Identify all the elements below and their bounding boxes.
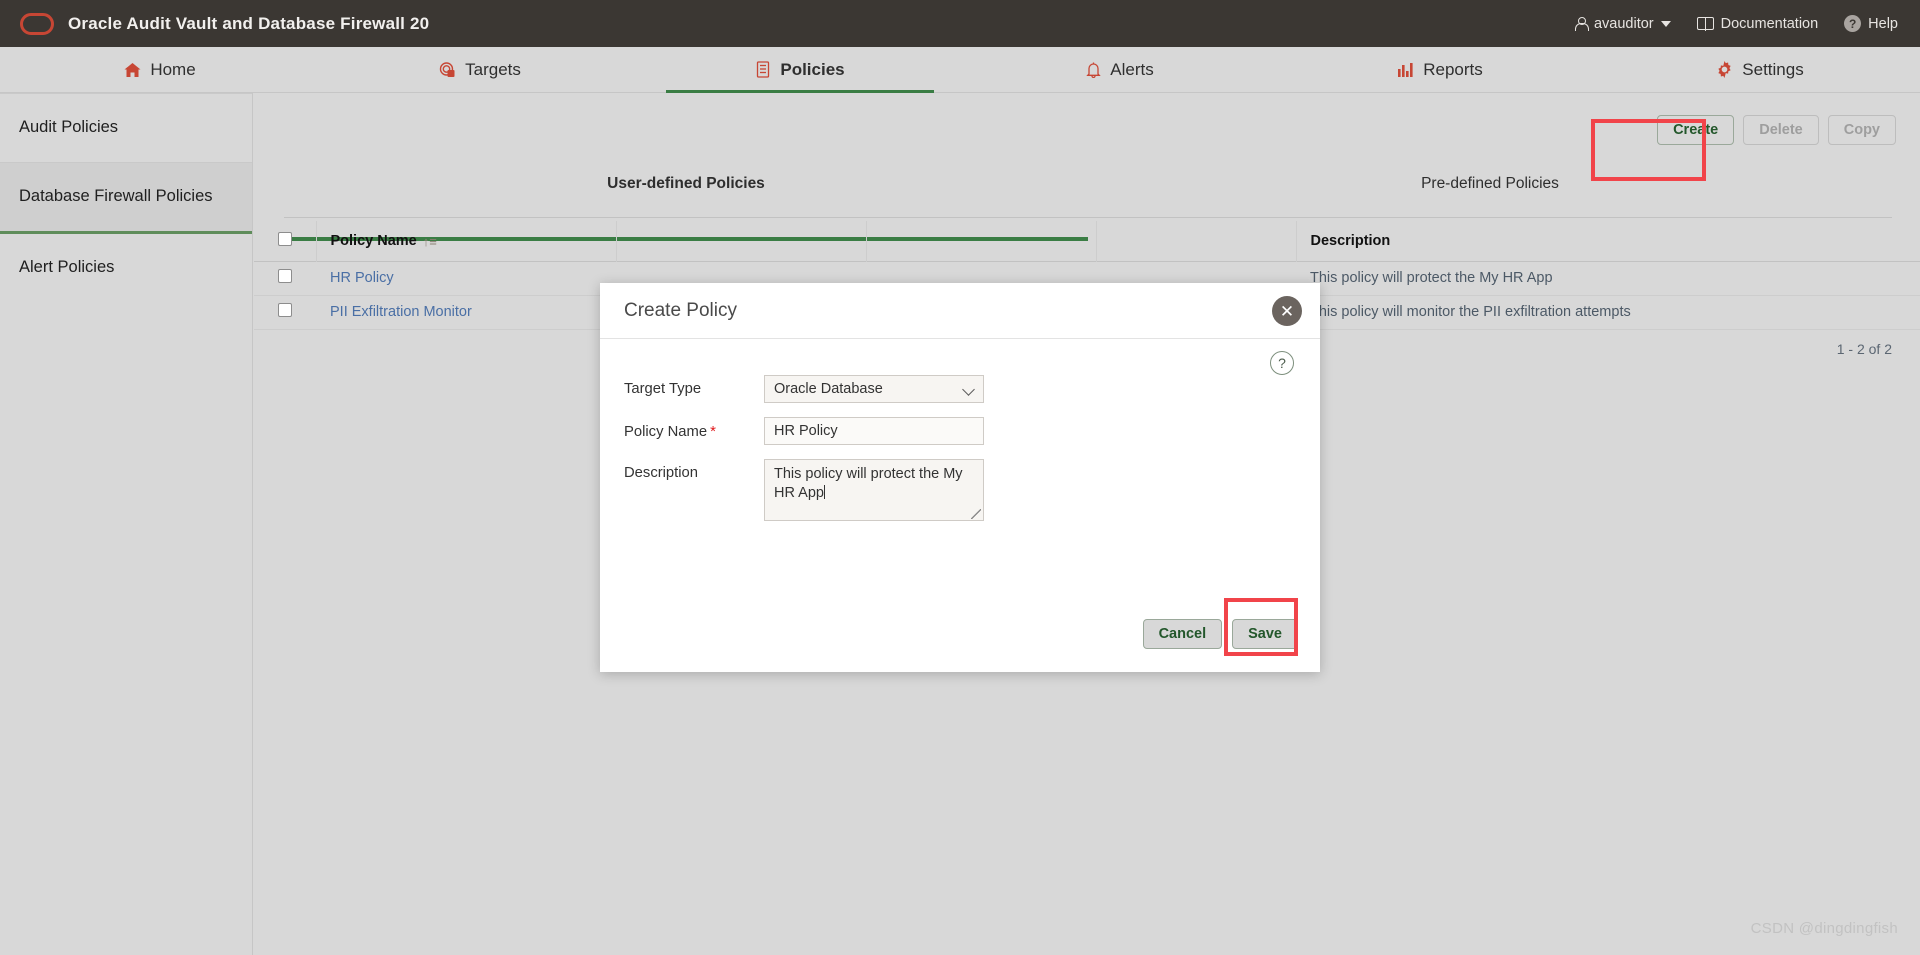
nav-item-alerts[interactable]: Alerts — [960, 47, 1280, 92]
tab-pre-defined-policies-label: Pre-defined Policies — [1421, 175, 1559, 192]
sidebar-item-alert-policies-label: Alert Policies — [19, 257, 115, 276]
nav-item-settings-label: Settings — [1742, 59, 1804, 79]
row-policy-name-cell: PII Exfiltration Monitor — [316, 295, 616, 329]
policy-name-input[interactable]: HR Policy — [764, 417, 984, 445]
row-select-cell — [254, 261, 316, 295]
chevron-down-icon — [1660, 20, 1671, 27]
bell-icon — [1086, 61, 1101, 78]
policy-name-label-text: Policy Name — [624, 424, 708, 440]
app-title: Oracle Audit Vault and Database Firewall… — [68, 13, 430, 33]
resize-handle-icon[interactable] — [971, 509, 981, 519]
create-button[interactable]: Create — [1657, 115, 1735, 145]
select-all-checkbox[interactable] — [277, 231, 292, 246]
description-header[interactable]: Description — [1296, 221, 1920, 261]
policy-name-header-label: Policy Name — [330, 232, 417, 249]
nav-item-home[interactable]: Home — [0, 47, 320, 92]
sidebar-item-database-firewall-policies-label: Database Firewall Policies — [19, 186, 213, 205]
close-icon[interactable]: ✕ — [1272, 296, 1302, 326]
user-menu[interactable]: avauditor — [1574, 15, 1671, 32]
description-textarea-value: This policy will protect the My HR App — [774, 466, 963, 501]
question-mark-icon[interactable]: ? — [1270, 351, 1294, 375]
chevron-down-icon — [962, 383, 975, 396]
dialog-body: ? Target Type Oracle Database Policy Nam… — [600, 339, 1320, 521]
row-policy-name-cell: HR Policy — [316, 261, 616, 295]
select-all-header — [254, 221, 317, 261]
target-icon — [439, 61, 456, 78]
tab-user-defined-policies[interactable]: User-defined Policies — [284, 172, 1088, 241]
row-select-cell — [254, 295, 316, 329]
nav-item-policies[interactable]: Policies — [640, 47, 960, 92]
dialog-header: Create Policy ✕ — [600, 283, 1320, 339]
row-description-cell: This policy will protect the My HR App — [1310, 270, 1553, 286]
oracle-logo-icon — [20, 12, 54, 35]
description-row: Description This policy will protect the… — [624, 459, 1296, 521]
nav-item-home-label: Home — [150, 59, 196, 79]
sort-ascending-icon[interactable]: ↑≡ — [423, 234, 437, 249]
tab-pre-defined-policies[interactable]: Pre-defined Policies — [1088, 172, 1892, 217]
brand-bar-actions: avauditor Documentation ? Help — [1574, 15, 1898, 32]
pagination-status: 1 - 2 of 2 — [1836, 341, 1892, 357]
nav-item-targets-label: Targets — [465, 59, 521, 79]
sidebar-item-audit-policies[interactable]: Audit Policies — [0, 93, 252, 163]
user-menu-label: avauditor — [1593, 15, 1654, 32]
tab-user-defined-policies-label: User-defined Policies — [607, 175, 765, 192]
documentation-label: Documentation — [1720, 15, 1819, 32]
policy-document-icon — [755, 61, 771, 78]
table-header-col5[interactable] — [1096, 221, 1297, 261]
policy-name-link[interactable]: PII Exfiltration Monitor — [330, 304, 472, 320]
policy-name-input-value: HR Policy — [774, 423, 838, 439]
home-icon — [124, 62, 141, 78]
description-textarea[interactable]: This policy will protect the My HR App — [764, 459, 984, 521]
target-type-row: Target Type Oracle Database — [624, 375, 1296, 403]
brand-bar: Oracle Audit Vault and Database Firewall… — [0, 0, 1920, 47]
policies-table-head: Policy Name ↑≡ Description — [254, 221, 1920, 261]
cancel-button[interactable]: Cancel — [1142, 619, 1223, 649]
table-header-col3[interactable] — [616, 221, 867, 261]
save-button[interactable]: Save — [1232, 619, 1298, 649]
delete-button[interactable]: Delete — [1743, 115, 1819, 145]
nav-item-settings[interactable]: Settings — [1600, 47, 1920, 92]
nav-item-targets[interactable]: Targets — [320, 47, 640, 92]
sidebar-item-alert-policies[interactable]: Alert Policies — [0, 234, 252, 302]
help-link[interactable]: ? Help — [1844, 15, 1898, 32]
person-icon — [1574, 16, 1589, 31]
required-marker: * — [710, 423, 716, 440]
text-cursor — [823, 484, 825, 499]
table-header-col4[interactable] — [866, 221, 1097, 261]
dialog-footer: Cancel Save — [600, 596, 1320, 672]
gear-icon — [1716, 61, 1733, 78]
create-policy-dialog: Create Policy ✕ ? Target Type Oracle Dat… — [600, 283, 1320, 672]
watermark: CSDN @dingdingfish — [1750, 920, 1898, 937]
row-description-cell: This policy will monitor the PII exfiltr… — [1310, 304, 1631, 320]
policy-tabs: User-defined Policies Pre-defined Polici… — [284, 172, 1892, 241]
description-label: Description — [624, 465, 699, 481]
target-type-selected-value: Oracle Database — [774, 381, 883, 397]
target-type-label: Target Type — [624, 381, 702, 397]
description-header-label: Description — [1310, 232, 1391, 249]
row-checkbox[interactable] — [278, 269, 292, 283]
book-icon — [1696, 16, 1714, 31]
help-label: Help — [1868, 15, 1898, 32]
question-circle-icon: ? — [1844, 15, 1862, 32]
policy-name-header[interactable]: Policy Name ↑≡ — [316, 221, 617, 261]
policy-name-label: Policy Name * — [624, 417, 764, 440]
policy-name-row: Policy Name * HR Policy — [624, 417, 1296, 445]
table-header-row: Policy Name ↑≡ Description — [254, 221, 1920, 261]
documentation-link[interactable]: Documentation — [1696, 15, 1819, 32]
main-navigation: Home Targets Policies Alerts Reports Set… — [0, 47, 1920, 93]
nav-item-reports-label: Reports — [1423, 59, 1483, 79]
policy-toolbar: Create Delete Copy — [1591, 115, 1896, 181]
nav-item-alerts-label: Alerts — [1110, 59, 1154, 79]
nav-item-policies-label: Policies — [780, 59, 845, 79]
sidebar-item-audit-policies-label: Audit Policies — [19, 118, 119, 136]
row-checkbox[interactable] — [278, 303, 292, 317]
nav-item-reports[interactable]: Reports — [1280, 47, 1600, 92]
dialog-title: Create Policy — [624, 299, 737, 321]
target-type-select[interactable]: Oracle Database — [764, 375, 984, 403]
sidebar-item-database-firewall-policies[interactable]: Database Firewall Policies — [0, 162, 252, 234]
sidebar: Audit Policies Database Firewall Policie… — [0, 93, 253, 955]
copy-button[interactable]: Copy — [1827, 115, 1896, 145]
bar-chart-icon — [1397, 62, 1414, 78]
policy-name-link[interactable]: HR Policy — [330, 270, 394, 286]
